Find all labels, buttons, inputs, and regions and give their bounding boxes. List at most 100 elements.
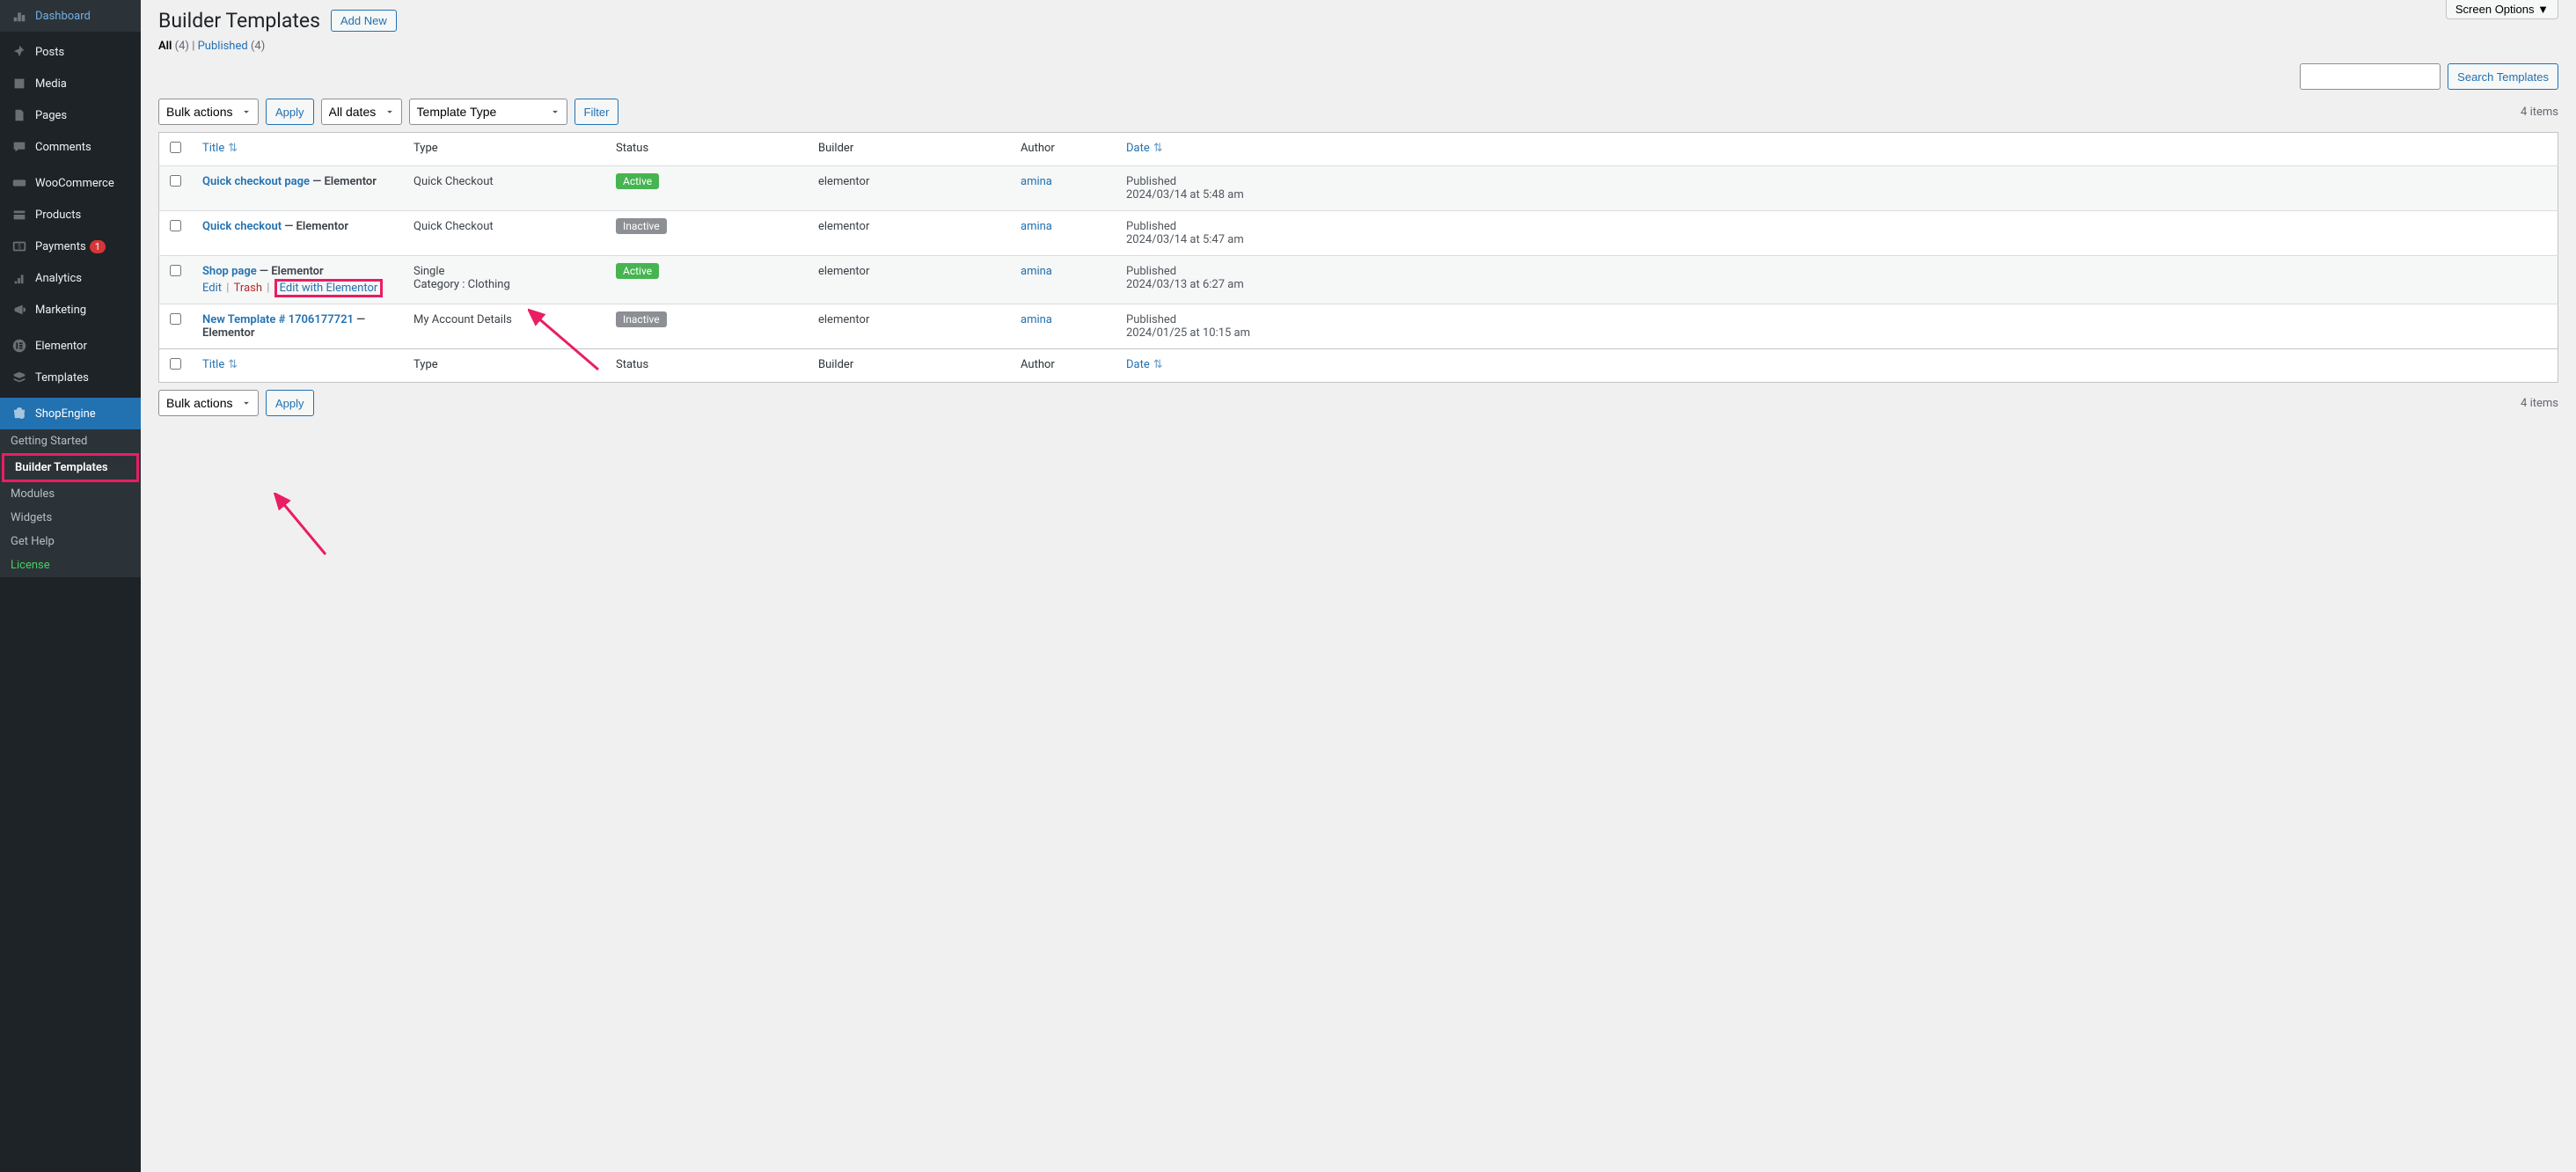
table-row: Shop page — Elementor Edit | Trash | Edit… [159,256,2558,304]
bulk-actions-select-bottom[interactable]: Bulk actions [158,390,259,416]
admin-sidebar: Dashboard Posts Media Pages Comments WooComme… [0,0,141,1172]
row-action-trash[interactable]: Trash [234,282,262,295]
row-title-suffix: — Elementor [282,220,348,233]
filter-links: All (4) | Published (4) [158,40,2558,53]
col-author: Author [1010,133,1116,166]
select-all-bottom[interactable] [170,358,181,370]
row-builder: elementor [808,166,1010,211]
sidebar-item-products[interactable]: Products [0,199,141,231]
items-count-top: 4 items [2521,106,2558,119]
submenu-item-builder-templates[interactable]: Builder Templates [2,453,139,482]
status-badge: Inactive [616,218,667,234]
all-dates-select[interactable]: All dates [321,99,402,125]
row-date: Published2024/03/13 at 6:27 am [1116,256,2558,304]
col-type: Type [403,133,605,166]
main-content: Screen Options ▼ Builder Templates Add N… [141,0,2576,1172]
row-title-link[interactable]: Shop page [202,265,257,278]
row-date: Published2024/03/14 at 5:47 am [1116,211,2558,256]
screen-options-button[interactable]: Screen Options ▼ [2446,0,2558,19]
filter-button[interactable]: Filter [574,99,619,125]
submenu-item-widgets[interactable]: Widgets [0,506,141,530]
pin-icon [11,43,28,61]
bulk-actions-select[interactable]: Bulk actions [158,99,259,125]
sidebar-item-label: ShopEngine [35,407,96,421]
page-title: Builder Templates [158,9,320,33]
sidebar-item-elementor[interactable]: Elementor [0,330,141,362]
search-templates-button[interactable]: Search Templates [2448,63,2558,90]
row-builder: elementor [808,304,1010,349]
sidebar-item-label: WooCommerce [35,177,114,190]
submenu-item-modules[interactable]: Modules [0,482,141,506]
row-actions: Edit | Trash | Edit with Elementor [202,282,392,295]
sidebar-item-label: Pages [35,109,67,122]
row-title-suffix: — Elementor [310,175,377,188]
sidebar-item-posts[interactable]: Posts [0,36,141,68]
search-input[interactable] [2300,63,2441,90]
sidebar-item-templates[interactable]: Templates [0,362,141,393]
media-icon [11,75,28,92]
author-link[interactable]: amina [1021,220,1052,233]
filter-all[interactable]: All [158,40,172,53]
analytics-icon [11,269,28,287]
apply-button-bottom[interactable]: Apply [266,390,314,416]
row-date: Published2024/03/14 at 5:48 am [1116,166,2558,211]
sidebar-item-dashboard[interactable]: Dashboard [0,0,141,32]
marketing-icon [11,301,28,319]
products-icon [11,206,28,223]
sidebar-submenu: Getting StartedBuilder TemplatesModulesW… [0,429,141,577]
row-type: My Account Details [403,304,605,349]
select-all-top[interactable] [170,142,181,153]
sidebar-item-media[interactable]: Media [0,68,141,99]
sidebar-item-woocommerce[interactable]: WooCommerce [0,167,141,199]
row-checkbox[interactable] [170,175,181,187]
page-icon [11,106,28,124]
svg-text:$: $ [18,243,21,251]
sidebar-item-shopengine[interactable]: ShopEngine [0,398,141,429]
template-type-select[interactable]: Template Type [409,99,567,125]
sidebar-item-payments[interactable]: $Payments1 [0,231,141,262]
shopengine-icon [11,405,28,422]
screen-options: Screen Options ▼ [2446,0,2558,19]
screen-options-label: Screen Options [2455,3,2535,16]
row-title-suffix: — Elementor [257,265,324,278]
author-link[interactable]: amina [1021,175,1052,188]
woo-icon [11,174,28,192]
row-checkbox[interactable] [170,313,181,325]
row-type: Quick Checkout [403,166,605,211]
dashboard-icon [11,7,28,25]
sidebar-item-label: Posts [35,46,64,59]
caret-down-icon: ▼ [2537,3,2549,16]
add-new-button[interactable]: Add New [331,10,397,32]
col-status: Status [605,133,808,166]
col-title-sort[interactable]: Title⇅ [202,142,238,155]
author-link[interactable]: amina [1021,313,1052,326]
row-title-link[interactable]: Quick checkout page [202,175,310,188]
sidebar-item-analytics[interactable]: Analytics [0,262,141,294]
col-title-sort-foot[interactable]: Title⇅ [202,358,238,371]
author-link[interactable]: amina [1021,265,1052,278]
row-checkbox[interactable] [170,265,181,276]
sidebar-item-label: Analytics [35,272,82,285]
row-title-link[interactable]: New Template # 1706177721 [202,313,354,326]
submenu-item-getting-started[interactable]: Getting Started [0,429,141,453]
status-badge: Active [616,263,659,279]
sidebar-item-pages[interactable]: Pages [0,99,141,131]
col-date-sort[interactable]: Date⇅ [1126,142,1163,155]
payments-icon: $ [11,238,28,255]
row-date: Published2024/01/25 at 10:15 am [1116,304,2558,349]
table-row: Quick checkout — ElementorQuick Checkout… [159,211,2558,256]
row-title-link[interactable]: Quick checkout [202,220,282,233]
submenu-item-get-help[interactable]: Get Help [0,530,141,553]
submenu-item-license[interactable]: License [0,553,141,577]
table-row: Quick checkout page — Elementor Quick Che… [159,166,2558,211]
apply-button-top[interactable]: Apply [266,99,314,125]
row-checkbox[interactable] [170,220,181,231]
sidebar-item-comments[interactable]: Comments [0,131,141,163]
row-action-edit-with-elementor[interactable]: Edit with Elementor [274,279,384,297]
row-action-edit[interactable]: Edit [202,282,222,295]
sidebar-badge: 1 [90,240,106,253]
annotation-arrow-2 [273,493,343,563]
filter-published[interactable]: Published [198,40,248,53]
col-date-sort-foot[interactable]: Date⇅ [1126,358,1163,371]
sidebar-item-marketing[interactable]: Marketing [0,294,141,326]
